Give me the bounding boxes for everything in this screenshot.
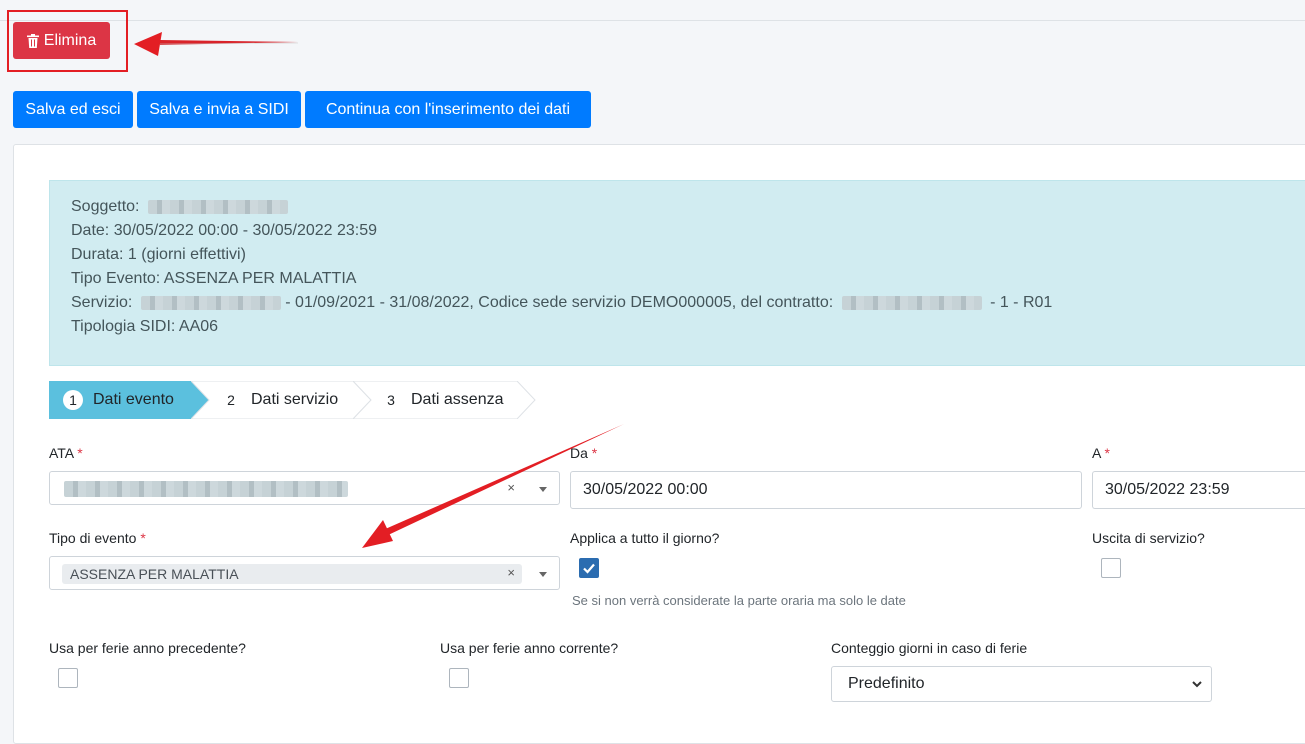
da-label: Da *	[570, 445, 598, 461]
info-event-type: Tipo Evento: ASSENZA PER MALATTIA	[71, 270, 357, 287]
service-end: - 1 - R01	[990, 294, 1053, 311]
event-type-chip: ASSENZA PER MALATTIA	[62, 564, 522, 584]
chevron-down-icon	[1192, 681, 1202, 688]
arrow-to-delete	[134, 32, 299, 56]
step-number: 2	[227, 392, 235, 408]
count-days-label: Conteggio giorni in caso di ferie	[831, 640, 1028, 656]
delete-button[interactable]: Elimina	[13, 22, 110, 59]
curr-year-checkbox[interactable]	[449, 668, 469, 688]
chevron-down-icon	[539, 572, 547, 577]
all-day-label: Applica a tutto il giorno?	[570, 530, 720, 546]
service-details: - 01/09/2021 - 31/08/2022, Codice sede s…	[285, 294, 834, 311]
info-duration: Durata: 1 (giorni effettivi)	[71, 246, 246, 263]
clear-icon[interactable]: ×	[507, 480, 515, 495]
prev-year-label: Usa per ferie anno precedente?	[49, 640, 246, 656]
step-label: Dati evento	[93, 391, 174, 408]
all-day-checkbox[interactable]	[579, 558, 599, 578]
ata-label: ATA *	[49, 445, 83, 461]
step-label: Dati servizio	[251, 391, 339, 408]
redacted-ata-value	[64, 481, 348, 497]
event-type-select[interactable]: ASSENZA PER MALATTIA ×	[49, 556, 560, 590]
info-service: Servizio: - 01/09/2021 - 31/08/2022, Cod…	[71, 291, 1052, 315]
top-bar	[0, 0, 1305, 21]
count-days-select[interactable]: Predefinito	[831, 666, 1212, 702]
redacted-subject	[147, 199, 288, 214]
service-label: Servizio:	[71, 294, 133, 311]
ata-select[interactable]: ×	[49, 471, 560, 505]
trash-icon	[26, 33, 39, 48]
check-icon	[583, 563, 595, 574]
save-send-sidi-button[interactable]: Salva e invia a SIDI	[137, 91, 301, 128]
curr-year-label: Usa per ferie anno corrente?	[440, 640, 619, 656]
info-subject: Soggetto:	[71, 195, 288, 219]
all-day-help: Se si non verrà considerate la parte ora…	[572, 593, 906, 608]
redacted-service	[140, 295, 281, 310]
chevron-down-icon	[539, 487, 547, 492]
info-date: Date: 30/05/2022 00:00 - 30/05/2022 23:5…	[71, 222, 378, 239]
delete-button-label: Elimina	[43, 31, 97, 49]
step-number: 1	[63, 390, 83, 410]
step-label: Dati assenza	[411, 391, 504, 408]
event-type-label: Tipo di evento *	[49, 530, 146, 546]
subject-label: Soggetto:	[71, 198, 140, 215]
count-days-value: Predefinito	[848, 675, 925, 692]
clear-icon[interactable]: ×	[507, 565, 515, 580]
step-dati-servizio[interactable]: 2 Dati servizio	[191, 381, 372, 419]
info-sidi: Tipologia SIDI: AA06	[71, 318, 219, 335]
a-input[interactable]: 30/05/2022 23:59	[1092, 471, 1305, 509]
da-input[interactable]: 30/05/2022 00:00	[570, 471, 1082, 509]
save-exit-button[interactable]: Salva ed esci	[13, 91, 133, 128]
redacted-contract	[841, 295, 982, 310]
continue-button[interactable]: Continua con l'inserimento dei dati	[305, 91, 591, 128]
step-number: 3	[387, 392, 395, 408]
info-panel: Soggetto: Date: 30/05/2022 00:00 - 30/05…	[49, 180, 1305, 366]
step-dati-evento[interactable]: 1 Dati evento	[49, 381, 209, 419]
prev-year-checkbox[interactable]	[58, 668, 78, 688]
service-exit-label: Uscita di servizio?	[1092, 530, 1205, 546]
service-exit-checkbox[interactable]	[1101, 558, 1121, 578]
a-label: A *	[1092, 445, 1110, 461]
step-dati-assenza[interactable]: 3 Dati assenza	[353, 381, 537, 419]
